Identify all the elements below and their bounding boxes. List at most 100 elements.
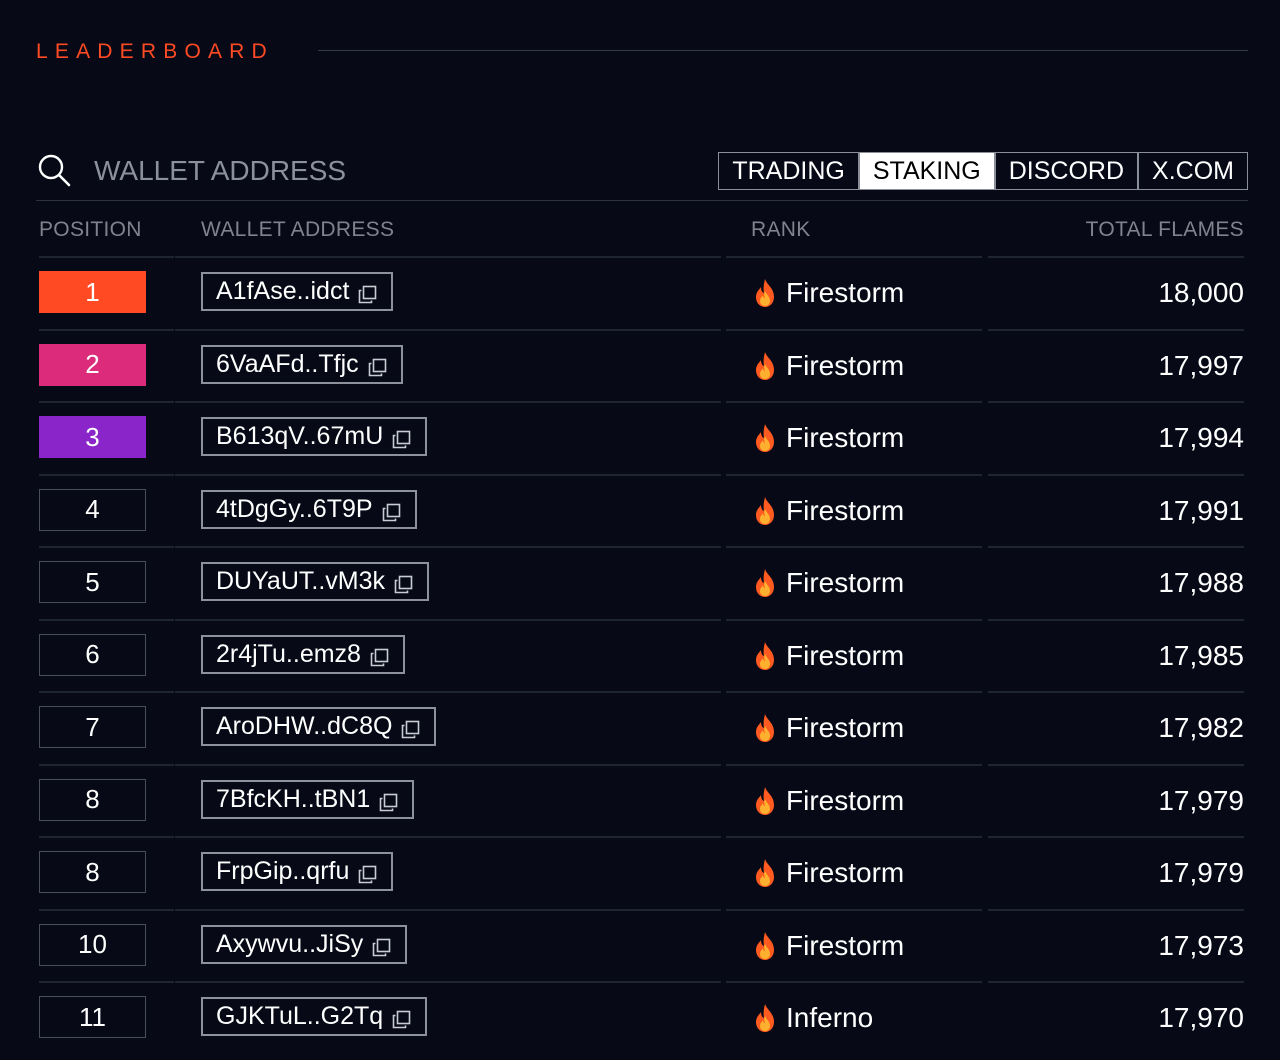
row-separator <box>726 836 982 838</box>
total-flames-value: 17,982 <box>1158 712 1244 743</box>
table-row: 4 4tDgGy..6T9P Firestorm 17,991 <box>0 473 1280 547</box>
flame-icon <box>752 278 778 308</box>
tab-discord[interactable]: DISCORD <box>996 153 1140 189</box>
wallet-address-text: A1fAse..idct <box>216 277 350 305</box>
row-separator <box>39 328 174 331</box>
rank-cell: Firestorm <box>752 348 904 384</box>
table-row: 2 6VaAFd..Tfjc Firestorm 17,997 <box>0 328 1280 402</box>
rank-label: Firestorm <box>786 784 905 816</box>
wallet-address-chip[interactable]: FrpGip..qrfu <box>201 852 394 891</box>
position-badge: 7 <box>39 706 146 748</box>
copy-icon[interactable] <box>392 427 411 449</box>
total-flames-value: 17,979 <box>1158 784 1244 816</box>
wallet-address-chip[interactable]: AroDHW..dC8Q <box>201 707 437 746</box>
row-separator <box>175 256 721 258</box>
leaderboard-page: LEADERBOARD TRADINGSTAKINGDISCORDX.COM P… <box>0 0 1280 1060</box>
column-header-rank: RANK <box>751 218 811 241</box>
rank-cell: Firestorm <box>752 928 904 964</box>
tab-x-com[interactable]: X.COM <box>1139 153 1247 189</box>
wallet-address-text: 6VaAFd..Tfjc <box>216 349 359 378</box>
row-separator <box>726 763 982 766</box>
search-row: TRADINGSTAKINGDISCORDX.COM <box>36 150 1248 194</box>
source-tabs: TRADING STAKING DISCORD X.COM <box>718 152 1248 190</box>
wallet-address-chip[interactable]: A1fAse..idct <box>201 272 394 311</box>
position-badge: 5 <box>39 561 146 603</box>
row-separator <box>988 546 1244 548</box>
wallet-address-text: Axywvu..JiSy <box>216 929 364 958</box>
flame-icon <box>752 641 778 671</box>
total-flames-value: 18,000 <box>1158 277 1244 308</box>
position-badge: 2 <box>39 343 146 386</box>
position-badge: 8 <box>39 851 146 893</box>
total-flames-value: 17,979 <box>1158 857 1244 888</box>
position-badge: 11 <box>39 996 146 1038</box>
copy-icon[interactable] <box>379 790 398 811</box>
flame-icon <box>752 423 778 453</box>
tab-staking[interactable]: STAKING <box>859 153 996 189</box>
row-separator <box>726 546 982 548</box>
flame-icon <box>752 931 778 961</box>
table-row: 5 DUYaUT..vM3k Firestorm 17,988 <box>0 546 1280 619</box>
wallet-address-chip[interactable]: 4tDgGy..6T9P <box>201 489 417 529</box>
position-badge: 6 <box>39 633 146 676</box>
table-row: 10 Axywvu..JiSy Firestorm 17,973 <box>0 908 1280 982</box>
rank-label: Firestorm <box>786 929 905 961</box>
tab-trading[interactable]: TRADING <box>719 153 860 189</box>
total-flames-value: 17,970 <box>1158 1002 1244 1033</box>
row-separator <box>39 618 174 621</box>
row-separator <box>726 981 982 983</box>
copy-icon[interactable] <box>358 862 377 884</box>
wallet-address-chip[interactable]: DUYaUT..vM3k <box>201 562 430 601</box>
table-row: 11 GJKTuL..G2Tq Inferno 17,970 <box>0 981 1280 1054</box>
copy-icon[interactable] <box>401 717 420 739</box>
rank-cell: Firestorm <box>752 420 904 456</box>
rank-cell: Firestorm <box>752 710 904 746</box>
wallet-address-chip[interactable]: 6VaAFd..Tfjc <box>201 344 403 384</box>
column-header-flames: TOTAL FLAMES <box>1085 218 1244 241</box>
row-separator <box>175 618 721 621</box>
row-separator <box>988 328 1244 331</box>
copy-icon[interactable] <box>394 572 413 594</box>
wallet-address-text: 7BfcKH..tBN1 <box>216 784 371 813</box>
copy-icon[interactable] <box>370 645 389 666</box>
wallet-search-input[interactable] <box>94 152 614 190</box>
wallet-address-text: DUYaUT..vM3k <box>216 567 386 595</box>
flame-icon <box>752 568 778 598</box>
row-separator <box>988 473 1244 476</box>
row-separator <box>988 256 1244 258</box>
row-separator <box>175 473 721 476</box>
row-separator <box>726 691 982 693</box>
row-separator <box>175 981 721 983</box>
copy-icon[interactable] <box>382 500 401 521</box>
total-flames-value: 17,997 <box>1158 349 1244 381</box>
copy-icon[interactable] <box>392 1007 411 1029</box>
row-separator <box>988 836 1244 838</box>
wallet-address-chip[interactable]: 7BfcKH..tBN1 <box>201 779 415 819</box>
wallet-address-chip[interactable]: 2r4jTu..emz8 <box>201 634 405 674</box>
rank-label: Firestorm <box>786 494 905 526</box>
rank-label: Firestorm <box>786 422 905 453</box>
search-divider <box>36 200 1248 201</box>
total-flames-value: 17,994 <box>1158 422 1244 453</box>
row-separator <box>988 763 1244 766</box>
row-separator <box>39 473 174 476</box>
row-separator <box>39 691 174 693</box>
copy-icon[interactable] <box>358 282 377 304</box>
column-header-wallet: WALLET ADDRESS <box>201 218 395 241</box>
row-separator <box>39 908 174 911</box>
copy-icon[interactable] <box>368 355 387 376</box>
row-separator <box>988 691 1244 693</box>
wallet-address-chip[interactable]: B613qV..67mU <box>201 417 428 456</box>
table-row: 8 FrpGip..qrfu Firestorm 17,979 <box>0 836 1280 909</box>
wallet-address-chip[interactable]: Axywvu..JiSy <box>201 924 408 964</box>
row-separator <box>175 328 721 331</box>
search-icon <box>38 154 71 187</box>
copy-icon[interactable] <box>372 935 391 956</box>
flame-icon <box>752 1003 778 1033</box>
table-row: 6 2r4jTu..emz8 Firestorm 17,985 <box>0 618 1280 692</box>
table-row: 7 AroDHW..dC8Q Firestorm 17,982 <box>0 691 1280 764</box>
row-separator <box>988 401 1244 403</box>
rank-label: Firestorm <box>786 857 905 888</box>
row-separator <box>39 836 174 838</box>
wallet-address-chip[interactable]: GJKTuL..G2Tq <box>201 997 428 1036</box>
